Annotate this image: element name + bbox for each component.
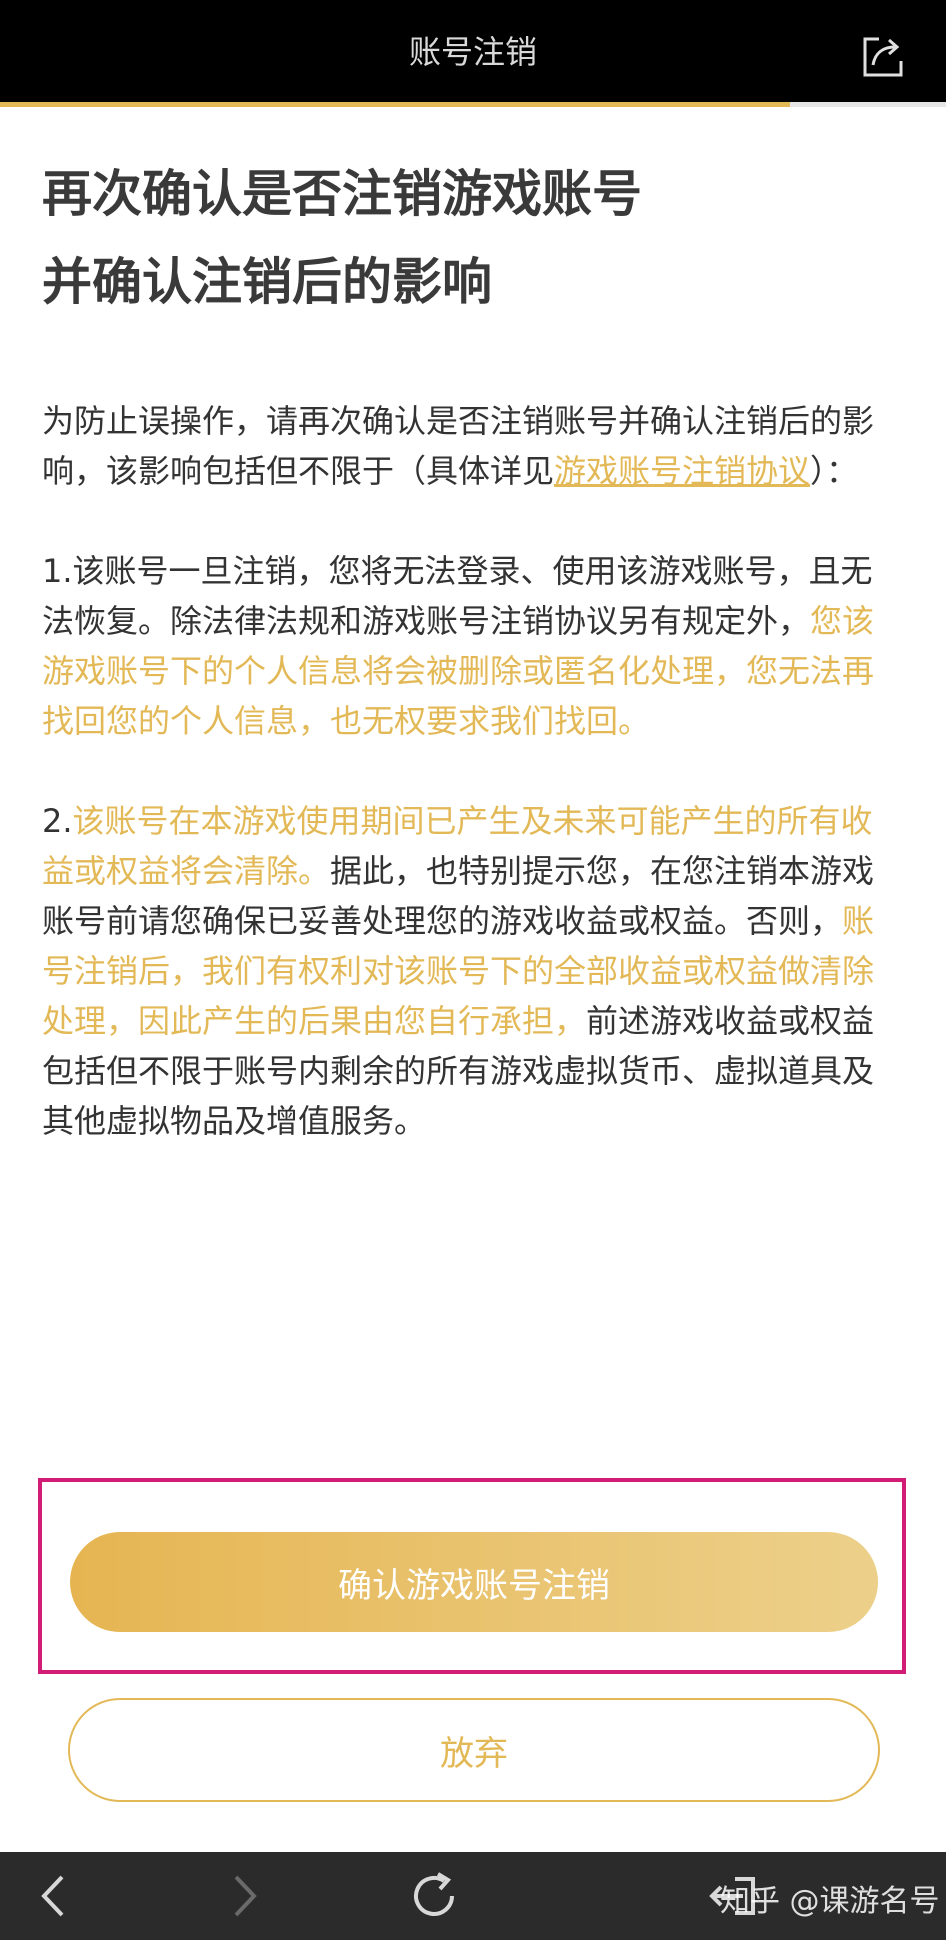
- loading-progress-bar: [0, 102, 946, 107]
- item-2-paragraph: 2.该账号在本游戏使用期间已产生及未来可能产生的所有收益或权益将会清除。据此，也…: [42, 796, 902, 1146]
- notice-content: 为防止误操作，请再次确认是否注销账号并确认注销后的影响，该影响包括但不限于（具体…: [42, 396, 902, 1146]
- agreement-link[interactable]: 游戏账号注销协议: [554, 452, 810, 490]
- bottom-nav-bar: 知乎 @课游名号: [0, 1852, 946, 1940]
- chevron-right-icon: [234, 1875, 257, 1917]
- item-2-number: 2.: [42, 802, 73, 840]
- page-title: 账号注销: [408, 33, 537, 71]
- heading-line-1: 再次确认是否注销游戏账号: [42, 165, 642, 223]
- intro-paragraph: 为防止误操作，请再次确认是否注销账号并确认注销后的影响，该影响包括但不限于（具体…: [42, 396, 902, 496]
- share-icon: [863, 37, 903, 77]
- item-1-paragraph: 1.该账号一旦注销，您将无法登录、使用该游戏账号，且无法恢复。除法律法规和游戏账…: [42, 546, 902, 746]
- back-button[interactable]: [4, 1852, 104, 1940]
- confirm-cancellation-button[interactable]: 确认游戏账号注销: [70, 1532, 878, 1632]
- intro-suffix: ）：: [810, 452, 859, 490]
- chevron-left-icon: [41, 1875, 64, 1917]
- refresh-button[interactable]: [384, 1852, 484, 1940]
- page-heading: 再次确认是否注销游戏账号 并确认注销后的影响: [42, 150, 902, 326]
- abandon-button[interactable]: 放弃: [68, 1698, 880, 1802]
- share-button[interactable]: [858, 32, 908, 82]
- watermark-text: 知乎 @课游名号: [720, 1884, 940, 1919]
- item-1-text: 1.该账号一旦注销，您将无法登录、使用该游戏账号，且无法恢复。除法律法规和游戏账…: [42, 552, 873, 640]
- top-bar: 账号注销: [0, 0, 946, 102]
- progress-fill: [0, 102, 790, 107]
- refresh-icon: [414, 1872, 454, 1916]
- heading-line-2: 并确认注销后的影响: [42, 253, 492, 311]
- forward-button[interactable]: [194, 1852, 294, 1940]
